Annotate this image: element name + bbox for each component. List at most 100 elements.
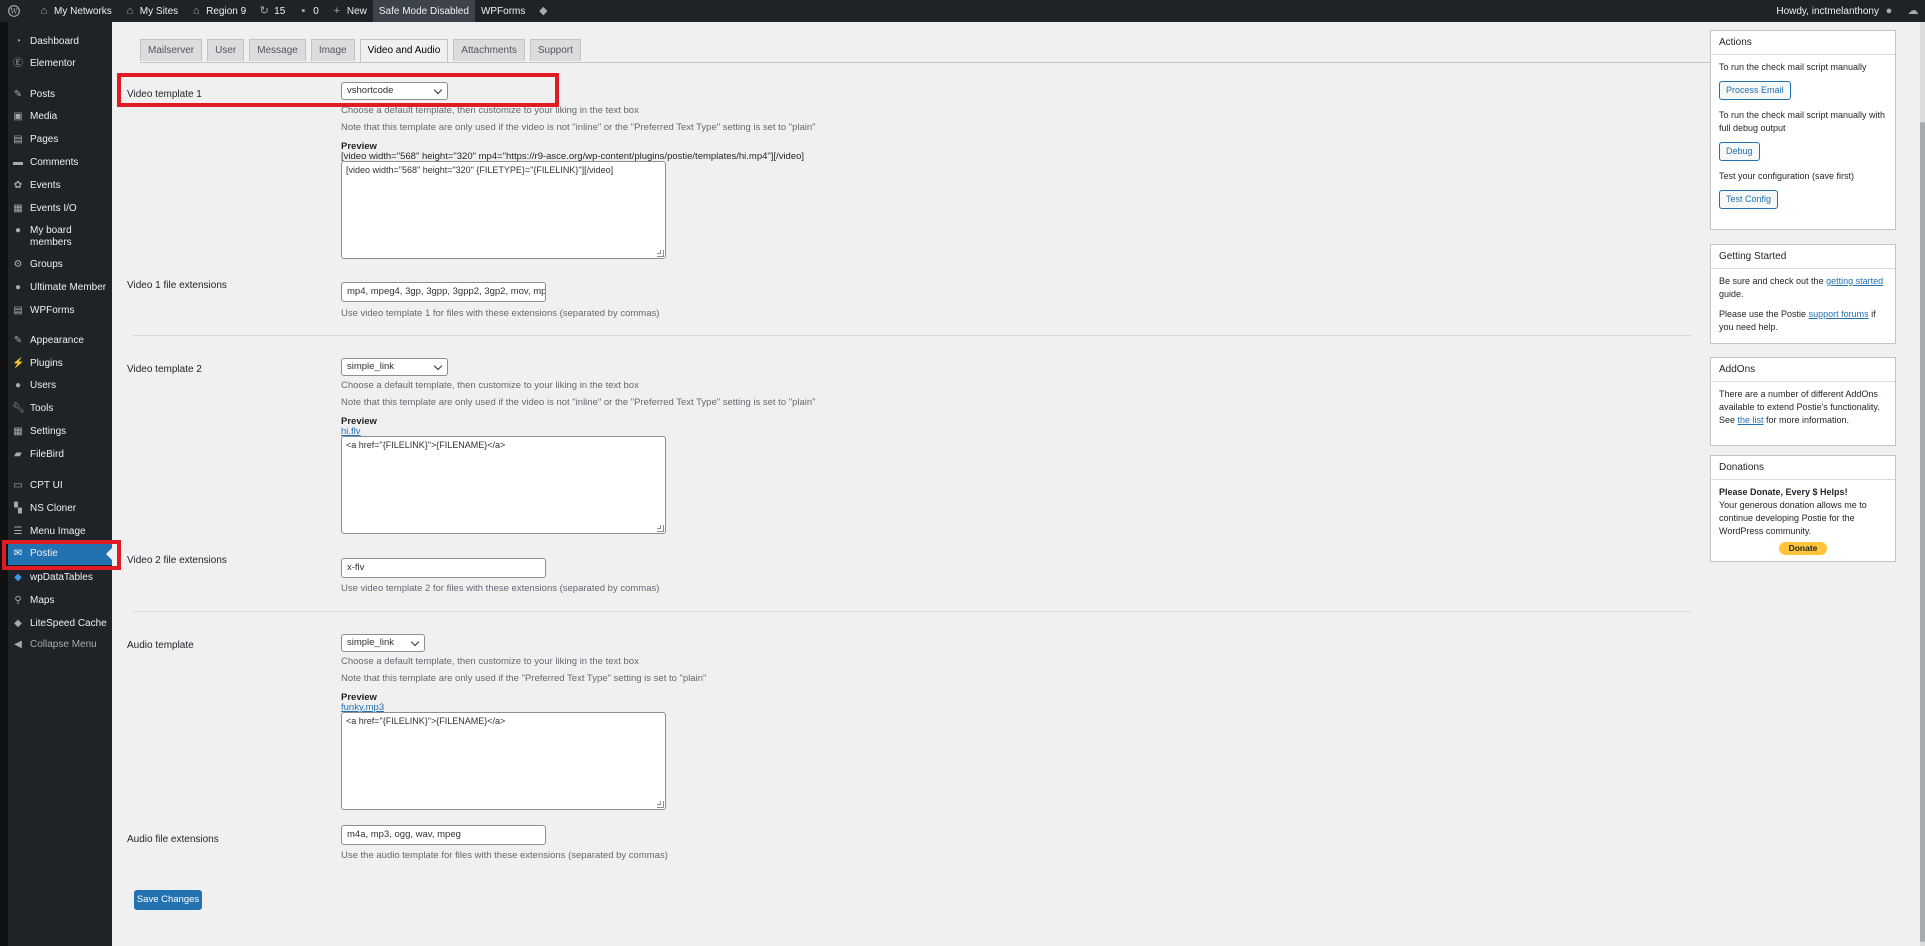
menu-item-label-line2: members xyxy=(30,237,72,248)
process-email-button[interactable]: Process Email xyxy=(1719,81,1791,100)
comments-icon: ▬ xyxy=(13,157,23,168)
folder-icon: ▰ xyxy=(14,449,22,460)
site-name-menu[interactable]: ⌂ Region 9 xyxy=(184,0,252,22)
video-template-1-textarea[interactable]: [video width="568" height="320" {FILETYP… xyxy=(341,161,666,259)
avatar-icon: ● xyxy=(1885,5,1893,17)
cloner-icon: ▚ xyxy=(14,503,22,514)
chevron-down-icon xyxy=(410,637,420,647)
menu-item-appearance[interactable]: ✎ Appearance xyxy=(8,335,112,347)
cloud-icon: ☁ xyxy=(1907,5,1919,17)
admin-menu: ◔ Dashboard Ⓔ Elementor ✎ Posts ▣ Media ▤ Pag… xyxy=(8,22,112,946)
audio-template-select[interactable]: simple_link xyxy=(341,634,425,652)
comments-icon: ▪ xyxy=(301,5,306,17)
menu-item-events[interactable]: ✿ Events xyxy=(8,180,112,192)
tab-image[interactable]: Image xyxy=(310,39,355,61)
menu-item-wpdatatables[interactable]: ◆ wpDataTables xyxy=(8,572,112,584)
resize-handle-icon[interactable] xyxy=(657,250,664,257)
menu-item-users[interactable]: ● Users xyxy=(8,380,112,392)
tab-mailserver[interactable]: Mailserver xyxy=(140,39,203,61)
events-icon: ✿ xyxy=(13,180,23,191)
tab-video-and-audio[interactable]: Video and Audio xyxy=(359,39,449,62)
updates-icon: ↻ xyxy=(259,5,269,17)
updates-menu[interactable]: ↻ 15 xyxy=(252,0,291,22)
donations-title: Donations xyxy=(1711,456,1895,480)
menu-item-pages[interactable]: ▤ Pages xyxy=(8,134,112,146)
test-config-button[interactable]: Test Config xyxy=(1719,190,1779,209)
video-template-2-select[interactable]: simple_link xyxy=(341,358,448,376)
menu-item-filebird[interactable]: ▰ FileBird xyxy=(8,449,112,461)
tab-user[interactable]: User xyxy=(207,39,245,61)
window-edge xyxy=(0,22,8,946)
diamond-menu[interactable]: ◆ xyxy=(531,0,559,22)
pages-icon: ▤ xyxy=(13,134,23,145)
menu-item-comments[interactable]: ▬ Comments xyxy=(8,157,112,169)
collapse-menu-button[interactable]: ◀ Collapse Menu xyxy=(8,639,112,651)
comments-menu[interactable]: ▪ 0 xyxy=(291,0,325,22)
addons-title: AddOns xyxy=(1711,358,1895,382)
debug-button[interactable]: Debug xyxy=(1719,142,1760,161)
menu-item-menu-image[interactable]: ☰ Menu Image xyxy=(8,526,112,538)
actions-text-3: Test your configuration (save first) xyxy=(1719,171,1855,181)
my-account-menu[interactable]: Howdy, inctmelanthony ● xyxy=(1770,0,1905,22)
menu-item-cpt-ui[interactable]: ▭ CPT UI xyxy=(8,480,112,492)
cloud-menu[interactable]: ☁ xyxy=(1905,0,1925,22)
menu-item-wpforms[interactable]: ▤ WPForms xyxy=(8,305,112,317)
menu-item-tools[interactable]: 🔧︎ Tools xyxy=(8,403,112,415)
select-value: simple_link xyxy=(347,361,394,372)
video-2-extensions-input[interactable]: x-flv xyxy=(341,558,546,578)
resize-handle-icon[interactable] xyxy=(657,525,664,532)
menu-item-plugins[interactable]: ⚡ Plugins xyxy=(8,358,112,370)
tab-divider xyxy=(140,62,1808,63)
settings-tabs: Mailserver User Message Image Video and … xyxy=(140,39,586,63)
getting-started-link[interactable]: getting started xyxy=(1826,276,1883,286)
new-content-menu[interactable]: + New xyxy=(325,0,373,22)
addons-list-link[interactable]: the list xyxy=(1738,415,1764,425)
menu-item-maps[interactable]: ⚲ Maps xyxy=(8,595,112,607)
save-changes-button[interactable]: Save Changes xyxy=(134,890,202,910)
donate-button[interactable]: Donate xyxy=(1779,542,1827,555)
video-template-2-textarea[interactable]: <a href="{FILELINK}">{FILENAME}</a> xyxy=(341,436,666,534)
audio-extensions-input[interactable]: m4a, mp3, ogg, wav, mpeg xyxy=(341,825,546,845)
wpforms-menu[interactable]: WPForms xyxy=(475,0,531,22)
plus-icon: + xyxy=(333,5,341,17)
audio-template-textarea[interactable]: <a href="{FILELINK}">{FILENAME}</a> xyxy=(341,712,666,810)
menu-item-elementor[interactable]: Ⓔ Elementor xyxy=(8,58,112,70)
my-sites-menu[interactable]: ⌂ My Sites xyxy=(118,0,184,22)
support-forums-link[interactable]: support forums xyxy=(1809,309,1869,319)
menu-item-ultimate-member[interactable]: ● Ultimate Member xyxy=(8,282,112,294)
video-1-extensions-input[interactable]: mp4, mpeg4, 3gp, 3gpp, 3gpp2, 3gp2, mov,… xyxy=(341,282,546,302)
audio-extensions-help: Use the audio template for files with th… xyxy=(341,850,668,861)
menu-item-ns-cloner[interactable]: ▚ NS Cloner xyxy=(8,503,112,515)
menu-item-events-io[interactable]: ▦ Events I/O xyxy=(8,203,112,215)
highlight-box-video-template xyxy=(117,73,559,107)
menu-item-settings[interactable]: ▦ Settings xyxy=(8,426,112,438)
menu-item-groups[interactable]: ⚙ Groups xyxy=(8,259,112,271)
audio-template-help: Choose a default template, then customiz… xyxy=(341,656,639,667)
dashboard-icon: ◔ xyxy=(14,36,22,47)
resize-handle-icon[interactable] xyxy=(657,801,664,808)
tab-support[interactable]: Support xyxy=(529,39,581,61)
tab-attachments[interactable]: Attachments xyxy=(453,39,525,61)
menu-item-litespeed-cache[interactable]: ◆ LiteSpeed Cache xyxy=(8,618,112,630)
menu-image-icon: ☰ xyxy=(13,526,23,537)
actions-text-2: To run the check mail script manually wi… xyxy=(1719,110,1886,133)
safe-mode-menu[interactable]: Safe Mode Disabled xyxy=(372,0,475,22)
groups-icon: ⚙ xyxy=(13,259,23,270)
menu-item-my-board-members[interactable]: ● My board members xyxy=(8,225,112,249)
getting-started-text-1: Be sure and check out the getting starte… xyxy=(1719,276,1884,299)
donations-text: Your generous donation allows me to cont… xyxy=(1719,500,1867,536)
main-content: Mailserver User Message Image Video and … xyxy=(112,22,1920,946)
litespeed-icon: ◆ xyxy=(14,618,22,629)
scrollbar[interactable] xyxy=(1920,22,1925,946)
menu-item-posts[interactable]: ✎ Posts xyxy=(8,89,112,101)
person-icon: ● xyxy=(14,225,22,236)
scrollbar-thumb[interactable] xyxy=(1920,122,1925,942)
my-networks-menu[interactable]: ⌂ My Networks xyxy=(32,0,118,22)
wordpress-logo-button[interactable]: W xyxy=(0,0,32,22)
getting-started-text-2: Please use the Postie support forums if … xyxy=(1719,309,1876,332)
pin-icon: ✎ xyxy=(13,89,23,100)
plug-icon: ⚡ xyxy=(12,358,25,369)
menu-item-dashboard[interactable]: ◔ Dashboard xyxy=(8,36,112,48)
tab-message[interactable]: Message xyxy=(249,39,306,61)
menu-item-media[interactable]: ▣ Media xyxy=(8,111,112,123)
